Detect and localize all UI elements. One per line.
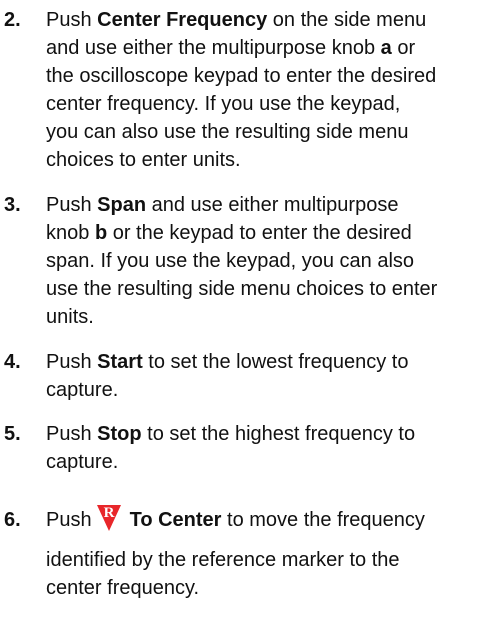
step-text: Push Start to set the lowest frequency t… [46,348,474,404]
step-text: Push Span and use either multipurpose kn… [46,191,474,331]
step-line: knob b or the keypad to enter the desire… [46,222,412,244]
step-text: Push R To Center to move the frequency i… [46,492,474,602]
step-number: 3. [4,194,21,216]
step-line: Push Center Frequency on the side menu [46,9,427,31]
step-line: the oscilloscope keypad to enter the des… [46,65,437,87]
step-line: Push Start to set the lowest frequency t… [46,351,409,373]
step-number: 2. [4,9,21,31]
step-line: Push R To Center to move the frequency [46,492,474,534]
step-line: use the resulting side menu choices to e… [46,278,438,300]
step-text: Push Stop to set the highest frequency t… [46,420,474,476]
step-line: Push Stop to set the highest frequency t… [46,423,416,445]
step-text: Push Center Frequency on the side menu a… [46,6,474,174]
step-line: span. If you use the keypad, you can als… [46,250,415,272]
step-line: identified by the reference marker to th… [46,549,400,571]
step-line: center frequency. If you use the keypad, [46,93,401,115]
step-number: 5. [4,423,21,445]
step-line: you can also use the resulting side menu [46,121,409,143]
marker-letter: R [103,505,114,521]
step-line: units. [46,306,94,328]
step-number: 4. [4,351,21,373]
step-line: and use either the multipurpose knob a o… [46,37,416,59]
step-number: 6. [4,509,21,531]
step-line: center frequency. [46,577,200,599]
step-line: Push Span and use either multipurpose [46,194,399,216]
step-line: capture. [46,379,119,401]
step-line: choices to enter units. [46,149,241,171]
step-line: capture. [46,451,119,473]
